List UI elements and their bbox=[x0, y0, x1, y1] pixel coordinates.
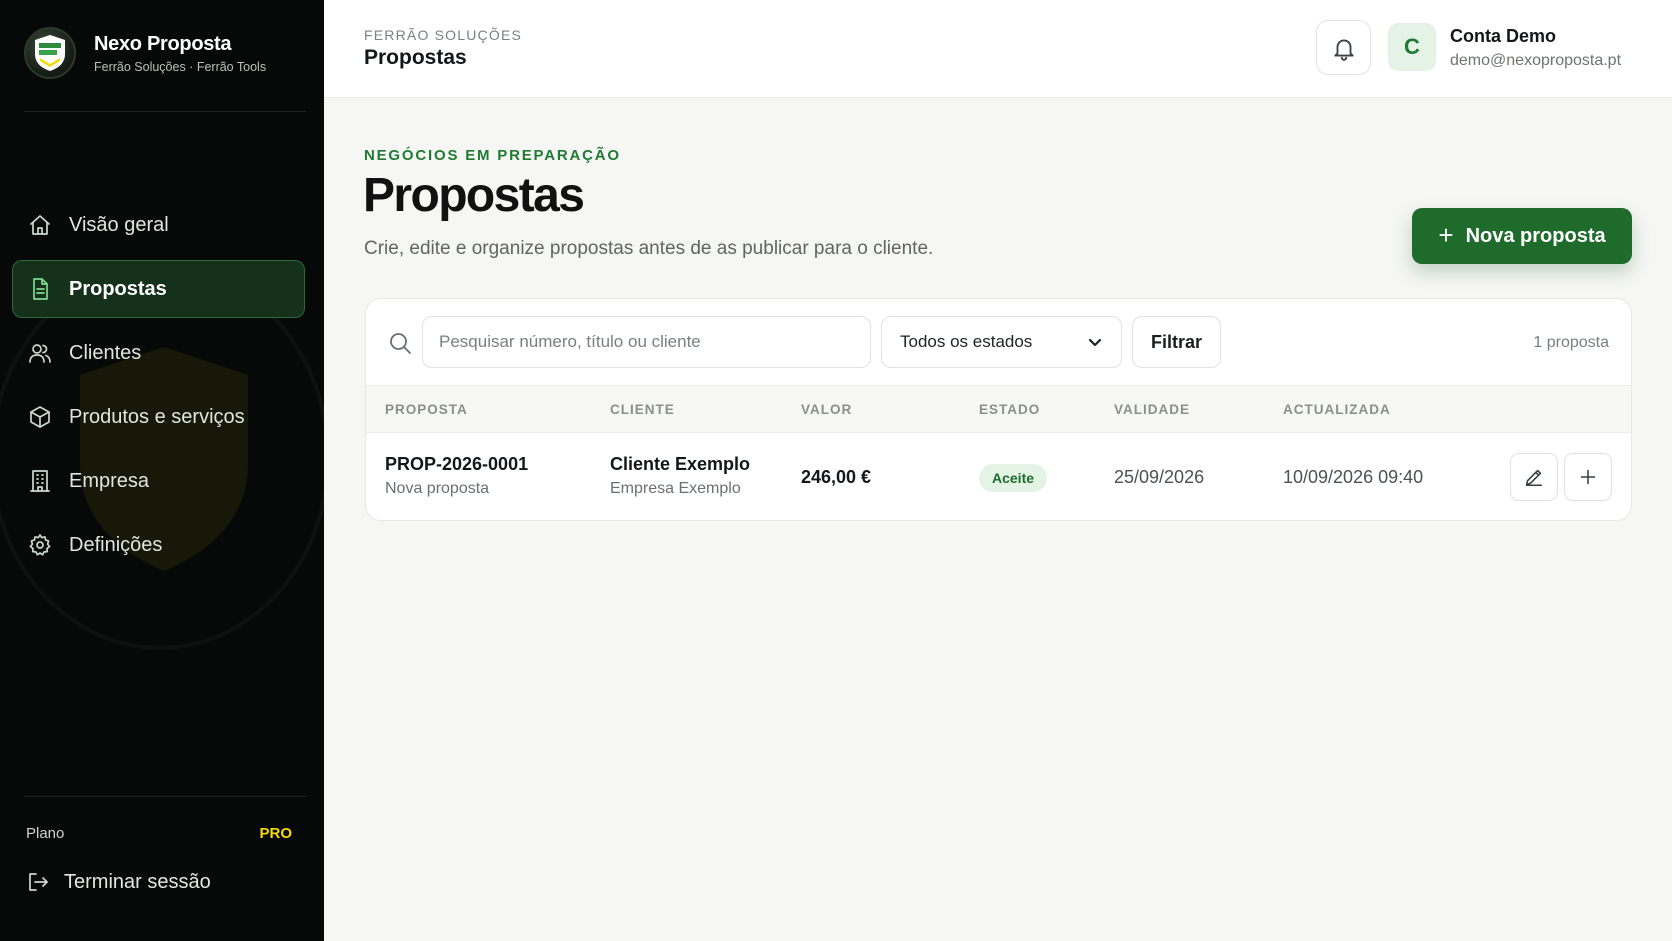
topbar-title: Propostas bbox=[364, 46, 467, 69]
new-proposal-label: Nova proposta bbox=[1465, 224, 1606, 247]
proposal-number[interactable]: PROP-2026-0001 bbox=[385, 454, 528, 475]
document-icon bbox=[27, 276, 53, 302]
sidebar-item-definicoes[interactable]: Definições bbox=[12, 516, 305, 574]
logout-button[interactable]: Terminar sessão bbox=[26, 870, 211, 894]
page-title: Propostas bbox=[363, 169, 585, 222]
proposal-value: 246,00 € bbox=[801, 467, 872, 487]
chevron-down-icon bbox=[1088, 338, 1102, 347]
status-badge: Aceite bbox=[979, 464, 1048, 492]
sidebar-item-label: Visão geral bbox=[69, 213, 169, 236]
search-input[interactable] bbox=[422, 316, 871, 368]
bell-icon bbox=[1333, 39, 1354, 61]
avatar[interactable]: C bbox=[1388, 23, 1436, 71]
home-icon bbox=[27, 212, 53, 238]
brand-title: Nexo Proposta bbox=[94, 32, 232, 55]
sidebar-item-label: Definições bbox=[69, 533, 163, 556]
logout-label: Terminar sessão bbox=[64, 870, 211, 893]
filter-button[interactable]: Filtrar bbox=[1132, 316, 1221, 368]
sidebar-divider bbox=[24, 796, 306, 797]
column-header[interactable]: VALOR bbox=[801, 402, 852, 417]
plan-info: Plano PRO bbox=[26, 825, 292, 842]
users-icon bbox=[27, 340, 53, 366]
column-header[interactable]: PROPOSTA bbox=[385, 402, 468, 417]
brand[interactable]: Nexo Proposta Ferrão Soluções · Ferrão T… bbox=[24, 27, 266, 79]
sidebar: Nexo Proposta Ferrão Soluções · Ferrão T… bbox=[0, 0, 324, 941]
gear-icon bbox=[27, 532, 53, 558]
brand-subtitle: Ferrão Soluções · Ferrão Tools bbox=[94, 59, 267, 74]
sidebar-item-propostas[interactable]: Propostas bbox=[12, 260, 305, 318]
column-header[interactable]: ACTUALIZADA bbox=[1283, 402, 1391, 417]
column-header[interactable]: VALIDADE bbox=[1114, 402, 1190, 417]
section-kicker: NEGÓCIOS EM PREPARAÇÃO bbox=[364, 147, 621, 164]
status-select[interactable]: Todos os estados bbox=[881, 316, 1122, 368]
sidebar-item-empresa[interactable]: Empresa bbox=[12, 452, 305, 510]
logout-icon bbox=[29, 873, 48, 891]
edit-button[interactable] bbox=[1510, 453, 1558, 501]
building-icon bbox=[27, 468, 53, 494]
breadcrumb: FERRÃO SOLUÇÕES bbox=[364, 27, 523, 43]
add-button[interactable] bbox=[1564, 453, 1612, 501]
sidebar-item-label: Empresa bbox=[69, 469, 150, 492]
client-name: Cliente Exemplo bbox=[610, 454, 751, 474]
plus-icon bbox=[1580, 469, 1596, 485]
column-header[interactable]: CLIENTE bbox=[610, 402, 675, 417]
search-icon bbox=[388, 331, 414, 357]
proposal-title: Nova proposta bbox=[385, 480, 490, 497]
sidebar-divider bbox=[24, 111, 306, 112]
plan-label: Plano bbox=[26, 825, 65, 842]
status-select-value: Todos os estados bbox=[900, 332, 1033, 351]
notifications-button[interactable] bbox=[1316, 20, 1371, 75]
proposals-card: Todos os estados Filtrar 1 proposta PROP… bbox=[365, 298, 1632, 521]
brand-logo-icon bbox=[24, 27, 76, 79]
sidebar-item-label: Propostas bbox=[69, 277, 167, 300]
sidebar-item-label: Clientes bbox=[69, 341, 142, 364]
column-header[interactable]: ESTADO bbox=[979, 402, 1040, 417]
sidebar-item-visao-geral[interactable]: Visão geral bbox=[12, 196, 305, 254]
sidebar-item-produtos[interactable]: Produtos e serviços bbox=[12, 388, 305, 446]
table-header: PROPOSTA CLIENTE VALOR ESTADO VALIDADE A… bbox=[366, 385, 1631, 433]
new-proposal-button[interactable]: + Nova proposta bbox=[1412, 208, 1632, 264]
client-company: Empresa Exemplo bbox=[610, 480, 741, 497]
table-row[interactable]: PROP-2026-0001 Nova proposta Cliente Exe… bbox=[366, 433, 1631, 520]
updated-date: 10/09/2026 09:40 bbox=[1283, 467, 1424, 487]
plan-badge: PRO bbox=[259, 825, 292, 842]
pencil-icon bbox=[1525, 469, 1543, 487]
sidebar-item-label: Produtos e serviços bbox=[69, 405, 245, 428]
results-count: 1 proposta bbox=[1533, 334, 1609, 351]
page-subtitle: Crie, edite e organize propostas antes d… bbox=[364, 238, 934, 259]
sidebar-nav: Visão geral Propostas Clientes Produtos … bbox=[12, 196, 305, 580]
user-name[interactable]: Conta Demo bbox=[1450, 26, 1556, 47]
sidebar-item-clientes[interactable]: Clientes bbox=[12, 324, 305, 382]
user-email: demo@nexoproposta.pt bbox=[1450, 52, 1622, 69]
validity-date: 25/09/2026 bbox=[1114, 467, 1205, 487]
plus-icon: + bbox=[1438, 220, 1454, 250]
topbar: FERRÃO SOLUÇÕES Propostas C Conta Demo d… bbox=[324, 0, 1672, 98]
box-icon bbox=[27, 404, 53, 430]
